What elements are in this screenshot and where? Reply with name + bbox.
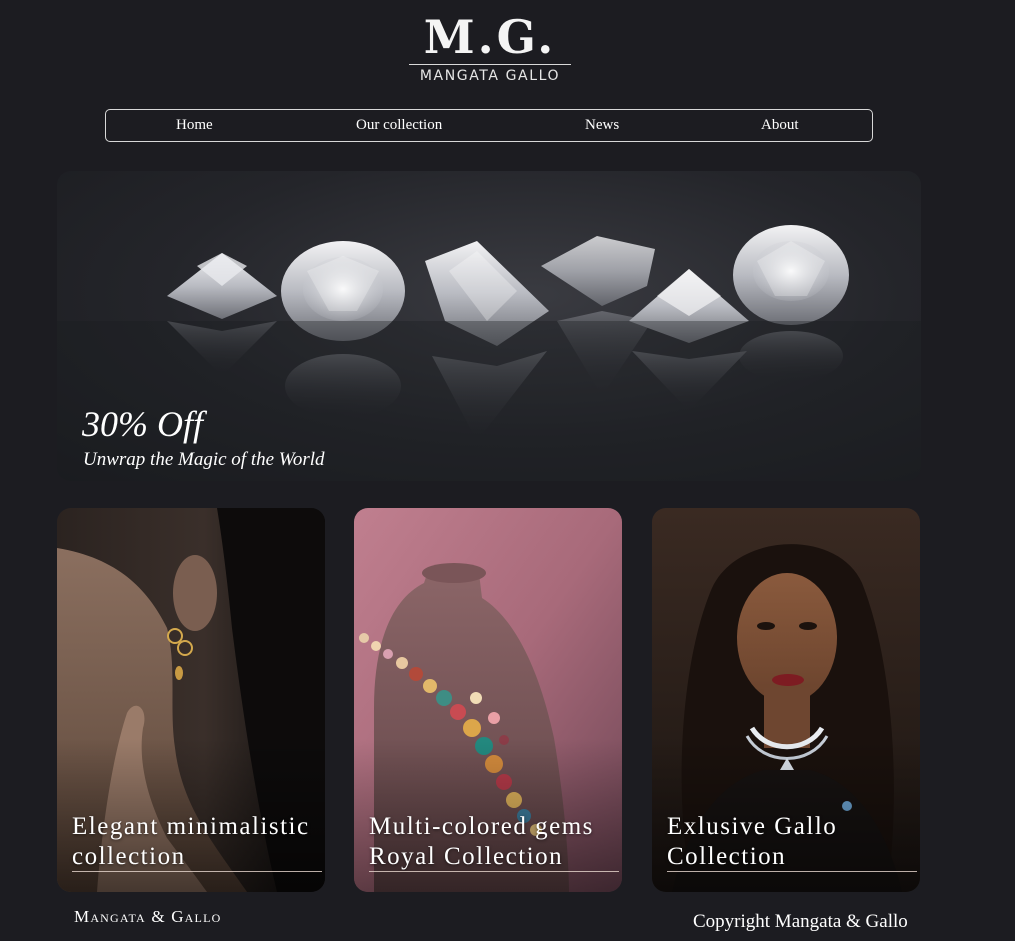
hero-subtitle: Unwrap the Magic of the World bbox=[83, 449, 325, 470]
nav-news[interactable]: News bbox=[585, 110, 619, 141]
collection-card-elegant[interactable]: Elegant minimalistic collection bbox=[57, 508, 325, 892]
brand-name: MANGATA GALLO bbox=[419, 68, 561, 84]
collection-divider bbox=[667, 871, 917, 872]
nav-about[interactable]: About bbox=[761, 110, 799, 141]
collection-divider bbox=[72, 871, 322, 872]
main-nav: Home Our collection News About bbox=[105, 109, 873, 142]
footer-brand[interactable]: Mangata & Gallo bbox=[74, 907, 221, 927]
collection-divider bbox=[369, 871, 619, 872]
collection-title: Elegant minimalistic collection bbox=[72, 813, 310, 870]
logo-divider bbox=[409, 64, 571, 65]
brand-logo[interactable]: M.G. MANGATA GALLO bbox=[409, 12, 571, 84]
nav-our-collection[interactable]: Our collection bbox=[356, 110, 442, 141]
collection-card-royal[interactable]: Multi-colored gems Royal Collection bbox=[354, 508, 622, 892]
collection-title: Multi-colored gems Royal Collection bbox=[369, 813, 594, 870]
brand-monogram: M.G. bbox=[423, 10, 557, 64]
nav-home[interactable]: Home bbox=[176, 110, 213, 141]
collection-card-exclusive[interactable]: Exlusive Gallo Collection bbox=[652, 508, 920, 892]
hero-banner[interactable]: 30% Off Unwrap the Magic of the World bbox=[57, 171, 921, 481]
footer-copyright: Copyright Mangata & Gallo bbox=[693, 911, 908, 932]
collection-title: Exlusive Gallo Collection bbox=[667, 813, 838, 870]
hero-title: 30% Off bbox=[82, 404, 203, 444]
